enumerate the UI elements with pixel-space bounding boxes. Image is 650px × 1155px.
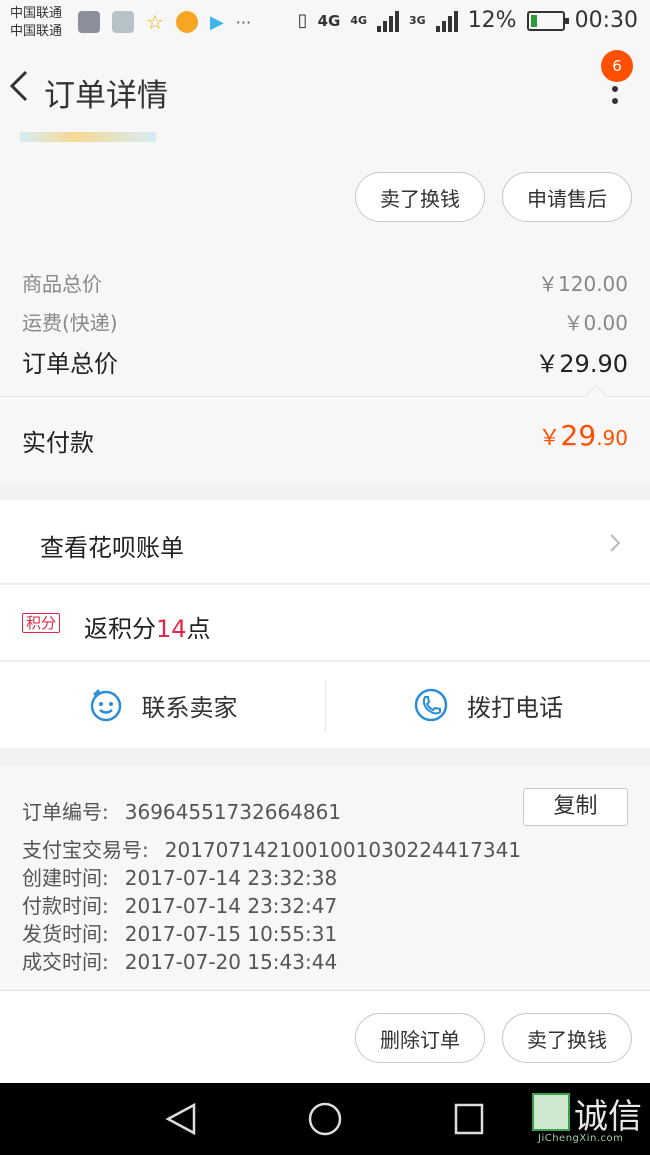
sell-for-cash-button[interactable]: 卖了换钱 <box>355 172 485 222</box>
order-total-row: 订单总价 ￥29.90 <box>22 344 628 379</box>
paid-time-value: 2017-07-14 23:32:47 <box>124 894 338 918</box>
order-number-row: 订单编号: 36964551732664861 <box>22 796 341 825</box>
contact-row: 联系卖家 拨打电话 <box>0 662 650 748</box>
product-image-fragment <box>20 132 156 142</box>
more-notifications-icon: ··· <box>235 12 252 32</box>
shipped-time-label: 发货时间: <box>22 922 109 946</box>
paid-integer: 29 <box>560 419 597 452</box>
play-notification-icon: ▶ <box>209 11 224 33</box>
system-nav-bar: 诚信 JiChengXin.com <box>0 1083 650 1155</box>
signal-icon <box>377 10 399 32</box>
points-row: 积分 返积分14点 <box>0 585 650 661</box>
paid-amount-row: 实付款 ￥29.90 <box>0 384 650 484</box>
top-actions: 卖了换钱 申请售后 <box>0 132 650 242</box>
closed-time-value: 2017-07-20 15:43:44 <box>124 950 338 974</box>
alipay-number-label: 支付宝交易号: <box>22 838 149 862</box>
page-title: 订单详情 <box>44 78 168 114</box>
nav-home-icon[interactable] <box>307 1101 343 1137</box>
shipping-label: 运费(快递) <box>22 311 118 335</box>
points-tag: 积分 <box>22 613 61 633</box>
points-count: 14 <box>156 615 187 643</box>
call-phone-button[interactable]: 拨打电话 <box>326 662 650 748</box>
shipped-time-value: 2017-07-15 10:55:31 <box>124 922 338 946</box>
alipay-number-value: 2017071421001001030224417341 <box>164 838 522 862</box>
alipay-number-row: 支付宝交易号: 2017071421001001030224417341 <box>22 834 521 863</box>
shipping-value: ￥0.00 <box>563 311 628 335</box>
status-bar: 中国联通 中国联通 ☆ ▶ ··· ▯ 4G 4G 3G 12% 00:30 <box>0 0 650 46</box>
delete-order-button[interactable]: 删除订单 <box>355 1013 485 1063</box>
watermark-logo-icon <box>532 1093 570 1131</box>
network-type-3: 3G <box>409 14 426 27</box>
watermark-text: 诚信 <box>574 1097 642 1137</box>
paid-amount: ￥29.90 <box>539 419 628 452</box>
points-text: 返积分14点 <box>84 609 211 644</box>
closed-time-label: 成交时间: <box>22 950 109 974</box>
huabei-bill-row[interactable]: 查看花呗账单 <box>0 500 650 584</box>
paid-decimal: .90 <box>596 426 628 450</box>
call-phone-label: 拨打电话 <box>467 693 563 722</box>
message-badge: 6 <box>601 50 633 82</box>
carrier-1: 中国联通 <box>10 6 63 21</box>
created-time-value: 2017-07-14 23:32:38 <box>124 866 338 890</box>
chevron-right-icon <box>610 534 621 552</box>
price-summary: 商品总价 ￥120.00 运费(快递) ￥0.00 订单总价 ￥29.90 <box>0 242 650 396</box>
shipped-time-row: 发货时间: 2017-07-15 10:55:31 <box>22 918 337 947</box>
copy-button[interactable]: 复制 <box>523 788 628 826</box>
contact-seller-button[interactable]: 联系卖家 <box>0 662 325 748</box>
clock: 00:30 <box>574 8 638 33</box>
weibo-notification-icon <box>175 11 198 33</box>
order-total-label: 订单总价 <box>22 350 118 378</box>
chat-smiley-icon <box>90 688 121 722</box>
huabei-bill-label: 查看花呗账单 <box>40 534 184 562</box>
created-time-label: 创建时间: <box>22 866 109 890</box>
bottom-actions: 删除订单 卖了换钱 <box>0 990 650 1083</box>
created-time-row: 创建时间: 2017-07-14 23:32:38 <box>22 862 337 891</box>
network-type-1: 4G <box>317 11 341 30</box>
paid-currency: ￥ <box>538 426 561 451</box>
phone-icon <box>414 688 448 722</box>
points-prefix: 返积分 <box>84 615 156 643</box>
points-suffix: 点 <box>186 615 211 643</box>
order-number-value: 36964551732664861 <box>124 800 342 824</box>
vibrate-icon: ▯ <box>297 10 308 31</box>
back-icon[interactable] <box>6 66 34 106</box>
app-header: 订单详情 6 <box>0 46 650 132</box>
notification-icons: ☆ ▶ ··· <box>78 10 251 34</box>
battery-percent: 12% <box>467 8 517 33</box>
contact-seller-label: 联系卖家 <box>141 693 238 722</box>
carrier-2: 中国联通 <box>10 24 63 39</box>
paid-time-label: 付款时间: <box>22 894 109 918</box>
star-notification-icon: ☆ <box>146 10 164 34</box>
watermark: 诚信 JiChengXin.com <box>532 1089 650 1149</box>
order-number-label: 订单编号: <box>22 800 109 824</box>
signal-icon-2 <box>435 10 458 32</box>
order-info: 订单编号: 36964551732664861 复制 支付宝交易号: 2017071… <box>0 766 650 990</box>
watermark-subtext: JiChengXin.com <box>538 1133 624 1144</box>
goods-total-row: 商品总价 ￥120.00 <box>22 268 628 297</box>
sell-for-cash-bottom-button[interactable]: 卖了换钱 <box>502 1013 632 1063</box>
paid-label: 实付款 <box>22 429 94 457</box>
carrier-info: 中国联通 中国联通 <box>10 5 62 41</box>
avatar-notification-icon <box>112 11 134 33</box>
goods-total-value: ￥120.00 <box>538 272 628 296</box>
system-status: ▯ 4G 4G 3G 12% 00:30 <box>298 8 638 33</box>
shipping-row: 运费(快递) ￥0.00 <box>22 307 628 336</box>
goods-total-label: 商品总价 <box>22 272 102 296</box>
battery-icon <box>526 10 569 31</box>
nav-recents-icon[interactable] <box>452 1101 486 1137</box>
paid-time-row: 付款时间: 2017-07-14 23:32:47 <box>22 890 337 919</box>
gallery-notification-icon <box>78 11 100 33</box>
closed-time-row: 成交时间: 2017-07-20 15:43:44 <box>22 946 337 975</box>
after-sale-button[interactable]: 申请售后 <box>502 172 632 222</box>
nav-back-icon[interactable] <box>164 1101 198 1137</box>
order-total-value: ￥29.90 <box>535 350 628 378</box>
network-type-2: 4G <box>350 14 367 27</box>
